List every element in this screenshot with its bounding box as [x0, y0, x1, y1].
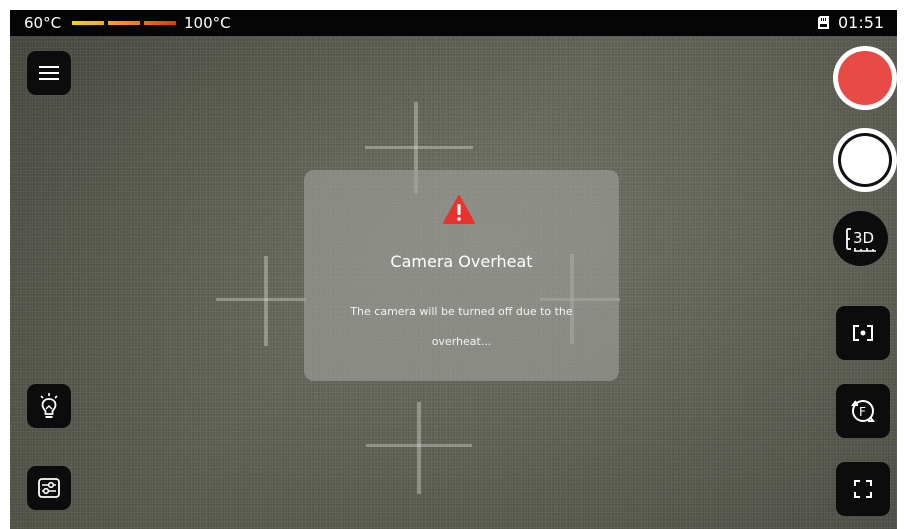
temperature-scale-bar: [72, 21, 176, 25]
settings-button[interactable]: [27, 466, 71, 510]
target-cross-bottom: [366, 402, 472, 494]
temperature-max: 100°C: [184, 14, 231, 32]
svg-text:F: F: [859, 405, 866, 419]
temperature-min: 60°C: [24, 14, 62, 32]
rotate-flip-button[interactable]: F: [836, 384, 890, 438]
record-dot: [838, 51, 892, 105]
status-bar: 60°C 100°C 01:51: [10, 10, 897, 36]
warning-icon: [443, 195, 475, 224]
settings-sliders-icon: [38, 478, 60, 498]
dialog-title: Camera Overheat: [390, 252, 533, 271]
light-bulb-icon: [40, 393, 58, 418]
rotate-flip-icon: F: [851, 400, 875, 422]
target-cross-left: [216, 256, 306, 346]
focus-frame-icon: [853, 325, 873, 341]
record-button[interactable]: [833, 46, 897, 110]
dialog-message: The camera will be turned off due to the…: [350, 305, 573, 348]
fullscreen-icon: [854, 480, 872, 498]
sd-card-icon: [818, 16, 829, 29]
capture-button[interactable]: [833, 128, 897, 192]
3d-measure-button[interactable]: 3D: [833, 211, 888, 266]
camera-screen: 60°C 100°C 01:51 3D F Camera Overheat Th…: [10, 10, 897, 529]
capture-inner-ring: [838, 133, 892, 187]
3d-measure-icon: 3D: [845, 227, 876, 252]
fullscreen-button[interactable]: [836, 462, 890, 516]
clock: 01:51: [838, 13, 885, 32]
light-button[interactable]: [27, 384, 71, 428]
overheat-dialog: Camera Overheat The camera will be turne…: [304, 170, 619, 381]
menu-icon: [39, 66, 59, 80]
capture-dot: [841, 136, 889, 184]
menu-button[interactable]: [27, 51, 71, 95]
focus-frame-button[interactable]: [836, 306, 890, 360]
svg-text:3D: 3D: [853, 229, 874, 247]
